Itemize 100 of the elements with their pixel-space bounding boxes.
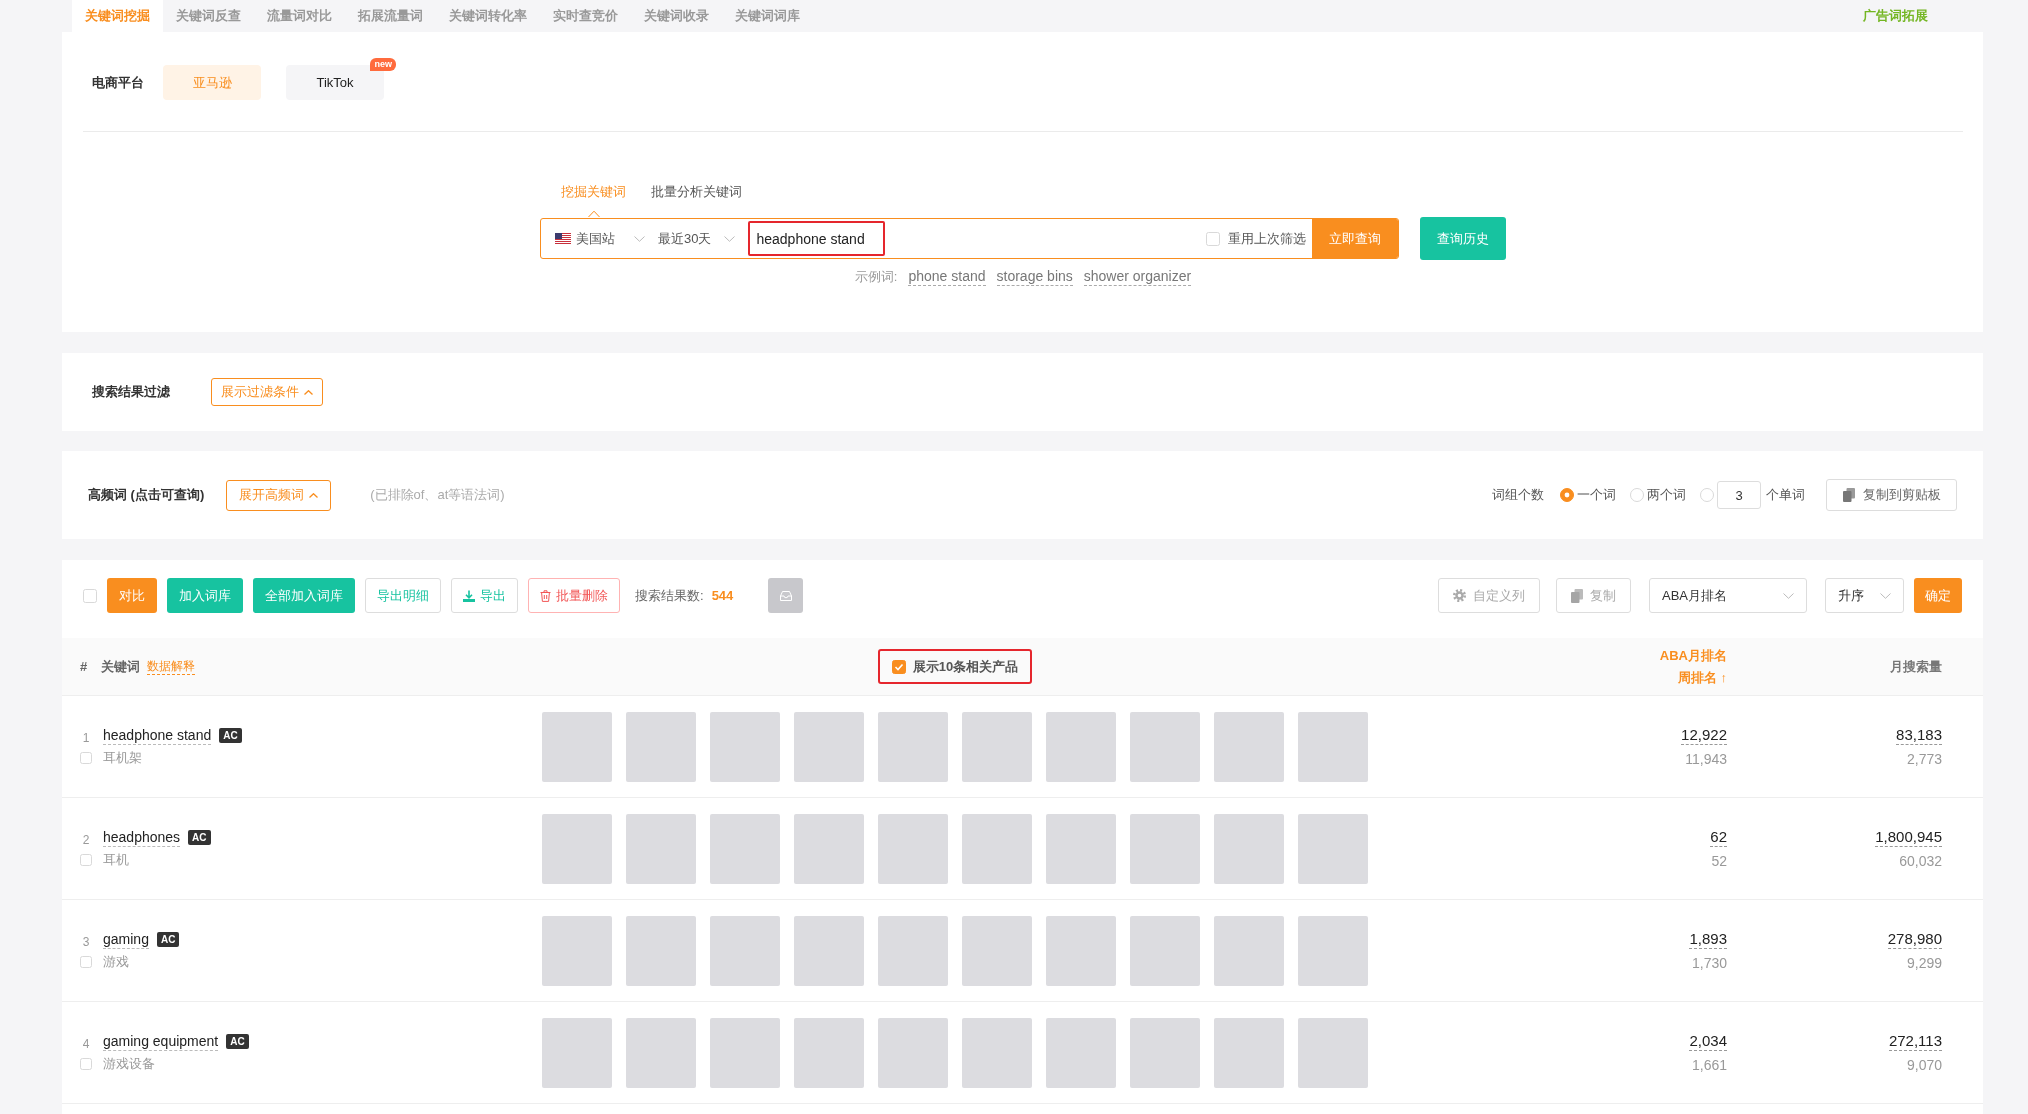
- row-checkbox[interactable]: [80, 853, 92, 866]
- result-count: 544: [711, 588, 734, 603]
- toolbar-button[interactable]: 全部加入词库: [253, 578, 355, 613]
- product-photo-placeholder: [794, 813, 864, 884]
- hint-text: (已排除of、at等语法词): [370, 486, 505, 504]
- example-link[interactable]: shower organizer: [1083, 268, 1192, 286]
- search-volume-value: 272,113: [1888, 1031, 1942, 1051]
- keyword-link[interactable]: gaming: [103, 930, 149, 949]
- column-header[interactable]: 周排名 ↑: [1677, 666, 1727, 689]
- translation-text: 耳机: [103, 850, 129, 869]
- product-photo-placeholder: [1214, 915, 1284, 986]
- search-tab[interactable]: 挖掘关键词: [561, 182, 626, 217]
- search-tab[interactable]: 批量分析关键词: [651, 182, 742, 202]
- platform-button[interactable]: 亚马逊: [163, 65, 261, 100]
- expand-button[interactable]: 展开高频词: [226, 479, 332, 511]
- option-label: 一个词: [1577, 486, 1616, 504]
- radio-button[interactable]: [1630, 488, 1644, 502]
- search-volume-value: 278,980: [1887, 929, 1942, 949]
- trash-icon: [540, 589, 551, 602]
- column-header[interactable]: 月搜索量: [1890, 658, 1942, 674]
- product-photo-placeholder: [1214, 711, 1284, 782]
- product-photo-placeholder: [1046, 813, 1116, 884]
- sort-field-select[interactable]: ABA月排名: [1649, 578, 1807, 613]
- example-link[interactable]: storage bins: [996, 268, 1073, 286]
- search-button[interactable]: 立即查询: [1312, 219, 1399, 258]
- chevron-up-icon: [304, 389, 313, 395]
- ad-keyword-link[interactable]: 广告词拓展: [1863, 7, 1928, 25]
- group-label: 词组个数: [1492, 486, 1544, 504]
- rank-value: 62: [1710, 827, 1727, 847]
- copy-button[interactable]: 复制: [1556, 578, 1631, 613]
- product-photo-placeholder: [1130, 711, 1200, 782]
- row-checkbox[interactable]: [80, 1057, 92, 1070]
- product-photo-placeholder: [1214, 1017, 1284, 1088]
- toolbar-button[interactable]: 加入词库: [167, 578, 243, 613]
- help-link[interactable]: 数据解释: [147, 658, 196, 675]
- option-label: 两个词: [1647, 486, 1686, 504]
- product-photo-placeholder: [710, 915, 780, 986]
- site-dropdown[interactable]: 美国站: [555, 229, 645, 248]
- top-tab[interactable]: 实时查竞价: [540, 0, 631, 32]
- product-photo-placeholder: [1130, 813, 1200, 884]
- select-all-checkbox[interactable]: [83, 588, 97, 603]
- product-photo-placeholder: [794, 711, 864, 782]
- product-photo-placeholder: [710, 813, 780, 884]
- search-field[interactable]: headphone stand: [748, 221, 886, 256]
- keyword-link[interactable]: gaming equipment: [103, 1032, 219, 1051]
- toolbar-button[interactable]: 导出: [451, 578, 518, 613]
- toolbar-button[interactable]: 导出明细: [365, 578, 441, 613]
- product-photo-placeholder: [1298, 813, 1368, 884]
- column-header: 关键词: [101, 657, 141, 676]
- word-count-field[interactable]: 3: [1717, 481, 1761, 509]
- copy-to-clipboard-button[interactable]: 复制到剪贴板: [1826, 479, 1957, 511]
- top-tab[interactable]: 关键词反查: [163, 0, 254, 32]
- top-tab[interactable]: 拓展流量词: [345, 0, 436, 32]
- example-link[interactable]: phone stand: [908, 268, 986, 286]
- product-photo-placeholder: [542, 813, 612, 884]
- keyword-link[interactable]: headphones: [103, 828, 181, 847]
- confirm-button[interactable]: 确定: [1914, 578, 1962, 613]
- show-products-toggle[interactable]: 展示10条相关产品: [877, 649, 1033, 684]
- product-photo-placeholder: [1130, 1017, 1200, 1088]
- translation-text: 耳机架: [103, 748, 142, 767]
- radio-button[interactable]: [1560, 488, 1574, 502]
- custom-columns-button[interactable]: 自定义列: [1438, 578, 1540, 613]
- secondary-volume-value: 9,299: [1906, 953, 1942, 972]
- row-checkbox[interactable]: [80, 955, 92, 968]
- product-photo-placeholder: [542, 711, 612, 782]
- top-tab[interactable]: 流量词对比: [254, 0, 345, 32]
- product-photo-placeholder: [962, 711, 1032, 782]
- checkbox[interactable]: [891, 659, 906, 674]
- product-photo-placeholder: [878, 915, 948, 986]
- product-photo-placeholder: [794, 1017, 864, 1088]
- translation-text: 游戏设备: [103, 1054, 155, 1073]
- product-photo-placeholder: [794, 915, 864, 986]
- checkbox[interactable]: [1206, 231, 1221, 246]
- product-photo-placeholder: [878, 813, 948, 884]
- product-photo-placeholder: [1298, 711, 1368, 782]
- toolbar-button[interactable]: 批量删除: [528, 578, 620, 613]
- column-header[interactable]: ABA月排名: [1659, 644, 1727, 667]
- period-dropdown[interactable]: 最近30天: [658, 229, 736, 248]
- product-photo-placeholder: [878, 1017, 948, 1088]
- platform-label: 电商平台: [92, 73, 144, 92]
- top-tab[interactable]: 关键词转化率: [436, 0, 540, 32]
- translation-text: 游戏: [103, 952, 129, 971]
- secondary-volume-value: 2,773: [1906, 749, 1942, 768]
- product-photo-placeholder: [1298, 1017, 1368, 1088]
- product-photo-placeholder: [626, 813, 696, 884]
- top-tab[interactable]: 关键词词库: [722, 0, 813, 32]
- product-photo-placeholder: [710, 1017, 780, 1088]
- keyword-link[interactable]: headphone stand: [103, 726, 212, 745]
- chevron-up-icon: [309, 492, 319, 498]
- sort-order-select[interactable]: 升序: [1825, 578, 1904, 613]
- product-photo-placeholder: [962, 813, 1032, 884]
- history-button[interactable]: 查询历史: [1420, 217, 1506, 260]
- top-tab[interactable]: 关键词挖掘: [72, 0, 163, 32]
- row-checkbox[interactable]: [80, 751, 92, 764]
- icon-button[interactable]: [768, 578, 804, 613]
- radio-button[interactable]: [1700, 488, 1714, 502]
- toolbar-button[interactable]: 对比: [107, 578, 157, 613]
- filter-toggle-button[interactable]: 展示过滤条件: [211, 378, 323, 406]
- product-photo-placeholder: [1214, 813, 1284, 884]
- top-tab[interactable]: 关键词收录: [631, 0, 722, 32]
